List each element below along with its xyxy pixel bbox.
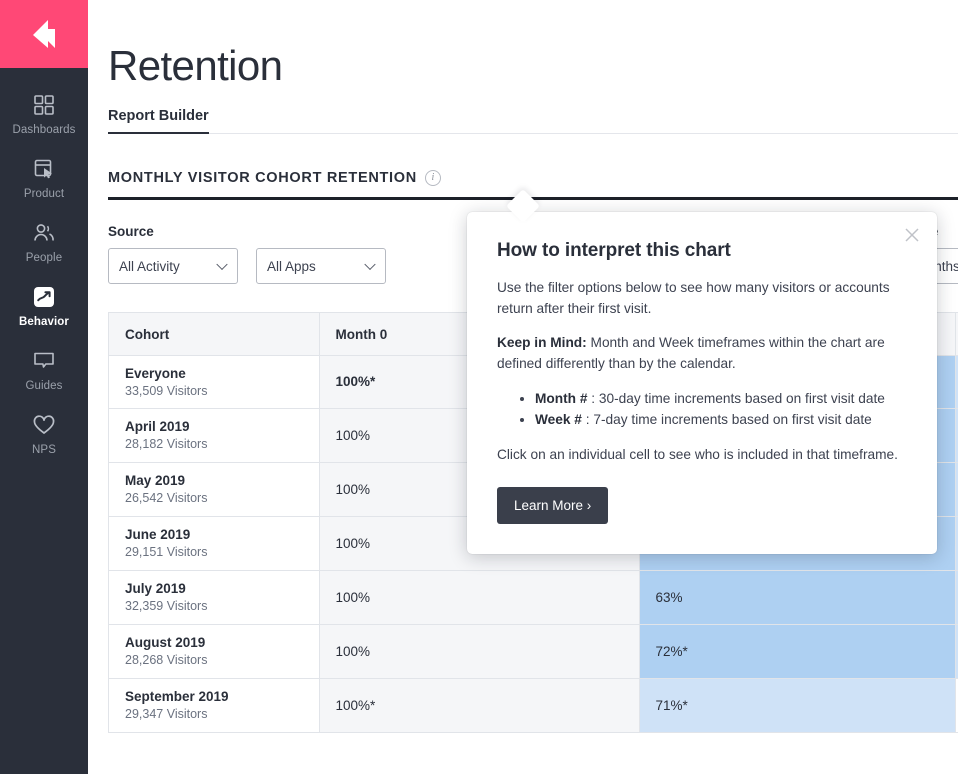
month-0-cell[interactable]: 100% <box>319 624 639 678</box>
cohort-visitor-count: 33,509 Visitors <box>125 384 303 398</box>
bullet-text: : 7-day time increments based on first v… <box>582 412 872 427</box>
popover-paragraph-1: Use the filter options below to see how … <box>497 278 905 319</box>
info-circle-icon[interactable]: i <box>425 170 441 186</box>
app-root: Dashboards Product <box>0 0 958 774</box>
bullet-text: : 30-day time increments based on first … <box>587 391 884 406</box>
column-header-cohort[interactable]: Cohort <box>109 313 319 355</box>
cohort-cell[interactable]: August 2019 28,268 Visitors <box>109 624 319 678</box>
sidebar-item-label: Dashboards <box>12 124 75 136</box>
sidebar-item-dashboards[interactable]: Dashboards <box>0 82 88 146</box>
cohort-name: July 2019 <box>125 581 303 596</box>
people-icon <box>32 219 56 247</box>
tab-report-builder[interactable]: Report Builder <box>108 108 209 134</box>
popover-bullet-list: Month # : 30-day time increments based o… <box>519 388 905 430</box>
cohort-cell[interactable]: Everyone 33,509 Visitors <box>109 355 319 408</box>
apps-select-value: All Apps <box>267 259 316 274</box>
cohort-name: June 2019 <box>125 527 303 542</box>
bullet-term: Week # <box>535 412 582 427</box>
chevron-down-icon <box>364 259 375 270</box>
activity-select-value: All Activity <box>119 259 180 274</box>
apps-select[interactable]: All Apps <box>256 248 386 284</box>
cohort-cell[interactable]: June 2019 29,151 Visitors <box>109 516 319 570</box>
sidebar-item-people[interactable]: People <box>0 210 88 274</box>
cohort-name: August 2019 <box>125 635 303 650</box>
sidebar-item-product[interactable]: Product <box>0 146 88 210</box>
popover-keep-in-mind: Keep in Mind: Month and Week timeframes … <box>497 333 905 374</box>
list-item: Month # : 30-day time increments based o… <box>535 388 905 409</box>
cohort-visitor-count: 29,347 Visitors <box>125 707 303 721</box>
grid-icon <box>33 91 55 119</box>
sidebar-item-label: Product <box>24 188 64 200</box>
sidebar-item-label: Behavior <box>19 316 69 328</box>
app-logo[interactable] <box>0 0 88 68</box>
tab-bar: Report Builder <box>108 106 958 134</box>
cohort-cell[interactable]: September 2019 29,347 Visitors <box>109 678 319 732</box>
sidebar-item-label: People <box>26 252 62 264</box>
how-to-interpret-popover: How to interpret this chart Use the filt… <box>467 212 937 554</box>
primary-sidebar: Dashboards Product <box>0 0 88 774</box>
main-content: Retention Report Builder MONTHLY VISITOR… <box>88 0 958 774</box>
cohort-visitor-count: 28,182 Visitors <box>125 437 303 451</box>
trend-arrow-icon <box>32 283 56 311</box>
sidebar-item-behavior[interactable]: Behavior <box>0 274 88 338</box>
cohort-visitor-count: 32,359 Visitors <box>125 599 303 613</box>
speech-bubble-icon <box>32 347 56 375</box>
keep-in-mind-label: Keep in Mind: <box>497 335 587 350</box>
month-0-cell[interactable]: 100%* <box>319 678 639 732</box>
cohort-visitor-count: 29,151 Visitors <box>125 545 303 559</box>
cohort-cell[interactable]: April 2019 28,182 Visitors <box>109 408 319 462</box>
cohort-visitor-count: 26,542 Visitors <box>125 491 303 505</box>
month-1-cell[interactable]: 63% <box>639 570 955 624</box>
cohort-visitor-count: 28,268 Visitors <box>125 653 303 667</box>
cursor-board-icon <box>33 155 55 183</box>
activity-select[interactable]: All Activity <box>108 248 238 284</box>
learn-more-button[interactable]: Learn More › <box>497 487 608 524</box>
popover-title: How to interpret this chart <box>497 240 905 262</box>
cohort-name: Everyone <box>125 366 303 381</box>
month-0-cell[interactable]: 100% <box>319 570 639 624</box>
sidebar-item-nps[interactable]: NPS <box>0 402 88 466</box>
popover-paragraph-2: Click on an individual cell to see who i… <box>497 445 905 466</box>
sidebar-nav-list: Dashboards Product <box>0 68 88 466</box>
heart-icon <box>32 411 56 439</box>
section-title: MONTHLY VISITOR COHORT RETENTION <box>108 170 417 186</box>
section-header: MONTHLY VISITOR COHORT RETENTION i <box>108 170 958 186</box>
month-1-cell[interactable]: 71%* <box>639 678 955 732</box>
close-icon[interactable] <box>901 224 923 246</box>
source-label: Source <box>108 224 386 239</box>
sidebar-item-label: NPS <box>32 444 56 456</box>
cohort-name: April 2019 <box>125 419 303 434</box>
source-filter-group: Source All Activity All Apps <box>108 224 386 284</box>
table-row[interactable]: September 2019 29,347 Visitors 100%*71%* <box>109 678 958 732</box>
cohort-name: September 2019 <box>125 689 303 704</box>
page-title: Retention <box>108 0 958 90</box>
chevron-down-icon <box>216 259 227 270</box>
month-1-cell[interactable]: 72%* <box>639 624 955 678</box>
sidebar-item-guides[interactable]: Guides <box>0 338 88 402</box>
pendo-arrow-logo-icon <box>27 17 61 51</box>
table-row[interactable]: August 2019 28,268 Visitors 100%72%* <box>109 624 958 678</box>
list-item: Week # : 7-day time increments based on … <box>535 409 905 430</box>
bullet-term: Month # <box>535 391 587 406</box>
cohort-name: May 2019 <box>125 473 303 488</box>
sidebar-item-label: Guides <box>25 380 62 392</box>
cohort-cell[interactable]: May 2019 26,542 Visitors <box>109 462 319 516</box>
source-selects: All Activity All Apps <box>108 248 386 284</box>
table-row[interactable]: July 2019 32,359 Visitors 100%63% <box>109 570 958 624</box>
cohort-cell[interactable]: July 2019 32,359 Visitors <box>109 570 319 624</box>
